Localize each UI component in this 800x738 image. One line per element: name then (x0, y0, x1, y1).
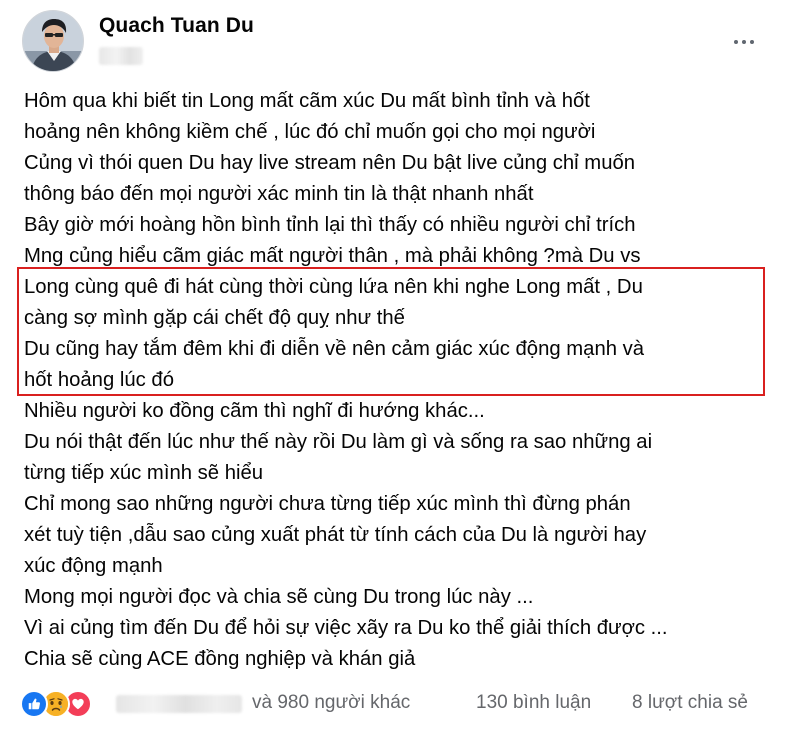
post-line: hoảng nên không kiềm chế , lúc đó chỉ mu… (24, 121, 596, 143)
post-line: càng sợ mình gặp cái chết độ quỵ như thế (24, 307, 405, 329)
post-line: hốt hoảng lúc đó (24, 369, 174, 391)
post-line: Củng vì thói quen Du hay live stream nên… (24, 152, 636, 174)
post-line: Chỉ mong sao những người chưa từng tiếp … (24, 493, 631, 515)
post-line: Bây giờ mới hoàng hồn bình tỉnh lại thì … (24, 214, 636, 236)
post-line: Vì ai củng tìm đến Du để hỏi sự việc xãy… (24, 617, 668, 639)
post-line: Du nói thật đến lúc như thế này rồi Du l… (24, 431, 653, 453)
post-line: thông báo đến mọi người xác minh tin là … (24, 183, 534, 205)
post-line: xúc động mạnh (24, 555, 163, 577)
like-icon (20, 690, 48, 718)
post-line: Chia sẽ cùng ACE đồng nghiệp và khán giả (24, 648, 416, 670)
more-horizontal-icon (732, 40, 756, 44)
post-line: Nhiều người ko đồng cãm thì nghĩ đi hướn… (24, 400, 485, 422)
facebook-post: Quach Tuan Du Hôm qua khi biết tin Long … (0, 0, 800, 738)
post-line: Mong mọi người đọc và chia sẽ cùng Du tr… (24, 586, 534, 608)
post-body: Hôm qua khi biết tin Long mất cãm xúc Du… (24, 86, 784, 675)
comment-count[interactable]: 130 bình luận (476, 692, 591, 714)
post-line: Long cùng quê đi hát cùng thời cùng lứa … (24, 276, 643, 298)
author-name[interactable]: Quach Tuan Du (99, 14, 254, 38)
post-line: Hôm qua khi biết tin Long mất cãm xúc Du… (24, 90, 590, 112)
post-line: Du cũng hay tắm đêm khi đi diễn về nên c… (24, 338, 645, 360)
more-options-button[interactable] (726, 28, 762, 56)
post-line: từng tiếp xúc mình sẽ hiểu (24, 462, 264, 484)
share-count[interactable]: 8 lượt chia sẻ (632, 692, 748, 714)
reactor-name-blurred (116, 695, 242, 713)
post-footer: và 980 người khác 130 bình luận 8 lượt c… (20, 686, 780, 722)
post-line: Mng củng hiểu cãm giác mất người thân , … (24, 245, 641, 267)
post-header: Quach Tuan Du (22, 10, 782, 80)
post-timestamp-blurred (99, 47, 143, 65)
post-line: xét tuỳ tiện ,dẫu sao củng xuất phát từ … (24, 524, 647, 546)
avatar-image (23, 11, 83, 71)
reaction-icons[interactable] (20, 690, 110, 718)
author-avatar[interactable] (22, 10, 84, 72)
reaction-count[interactable]: và 980 người khác (252, 692, 410, 714)
